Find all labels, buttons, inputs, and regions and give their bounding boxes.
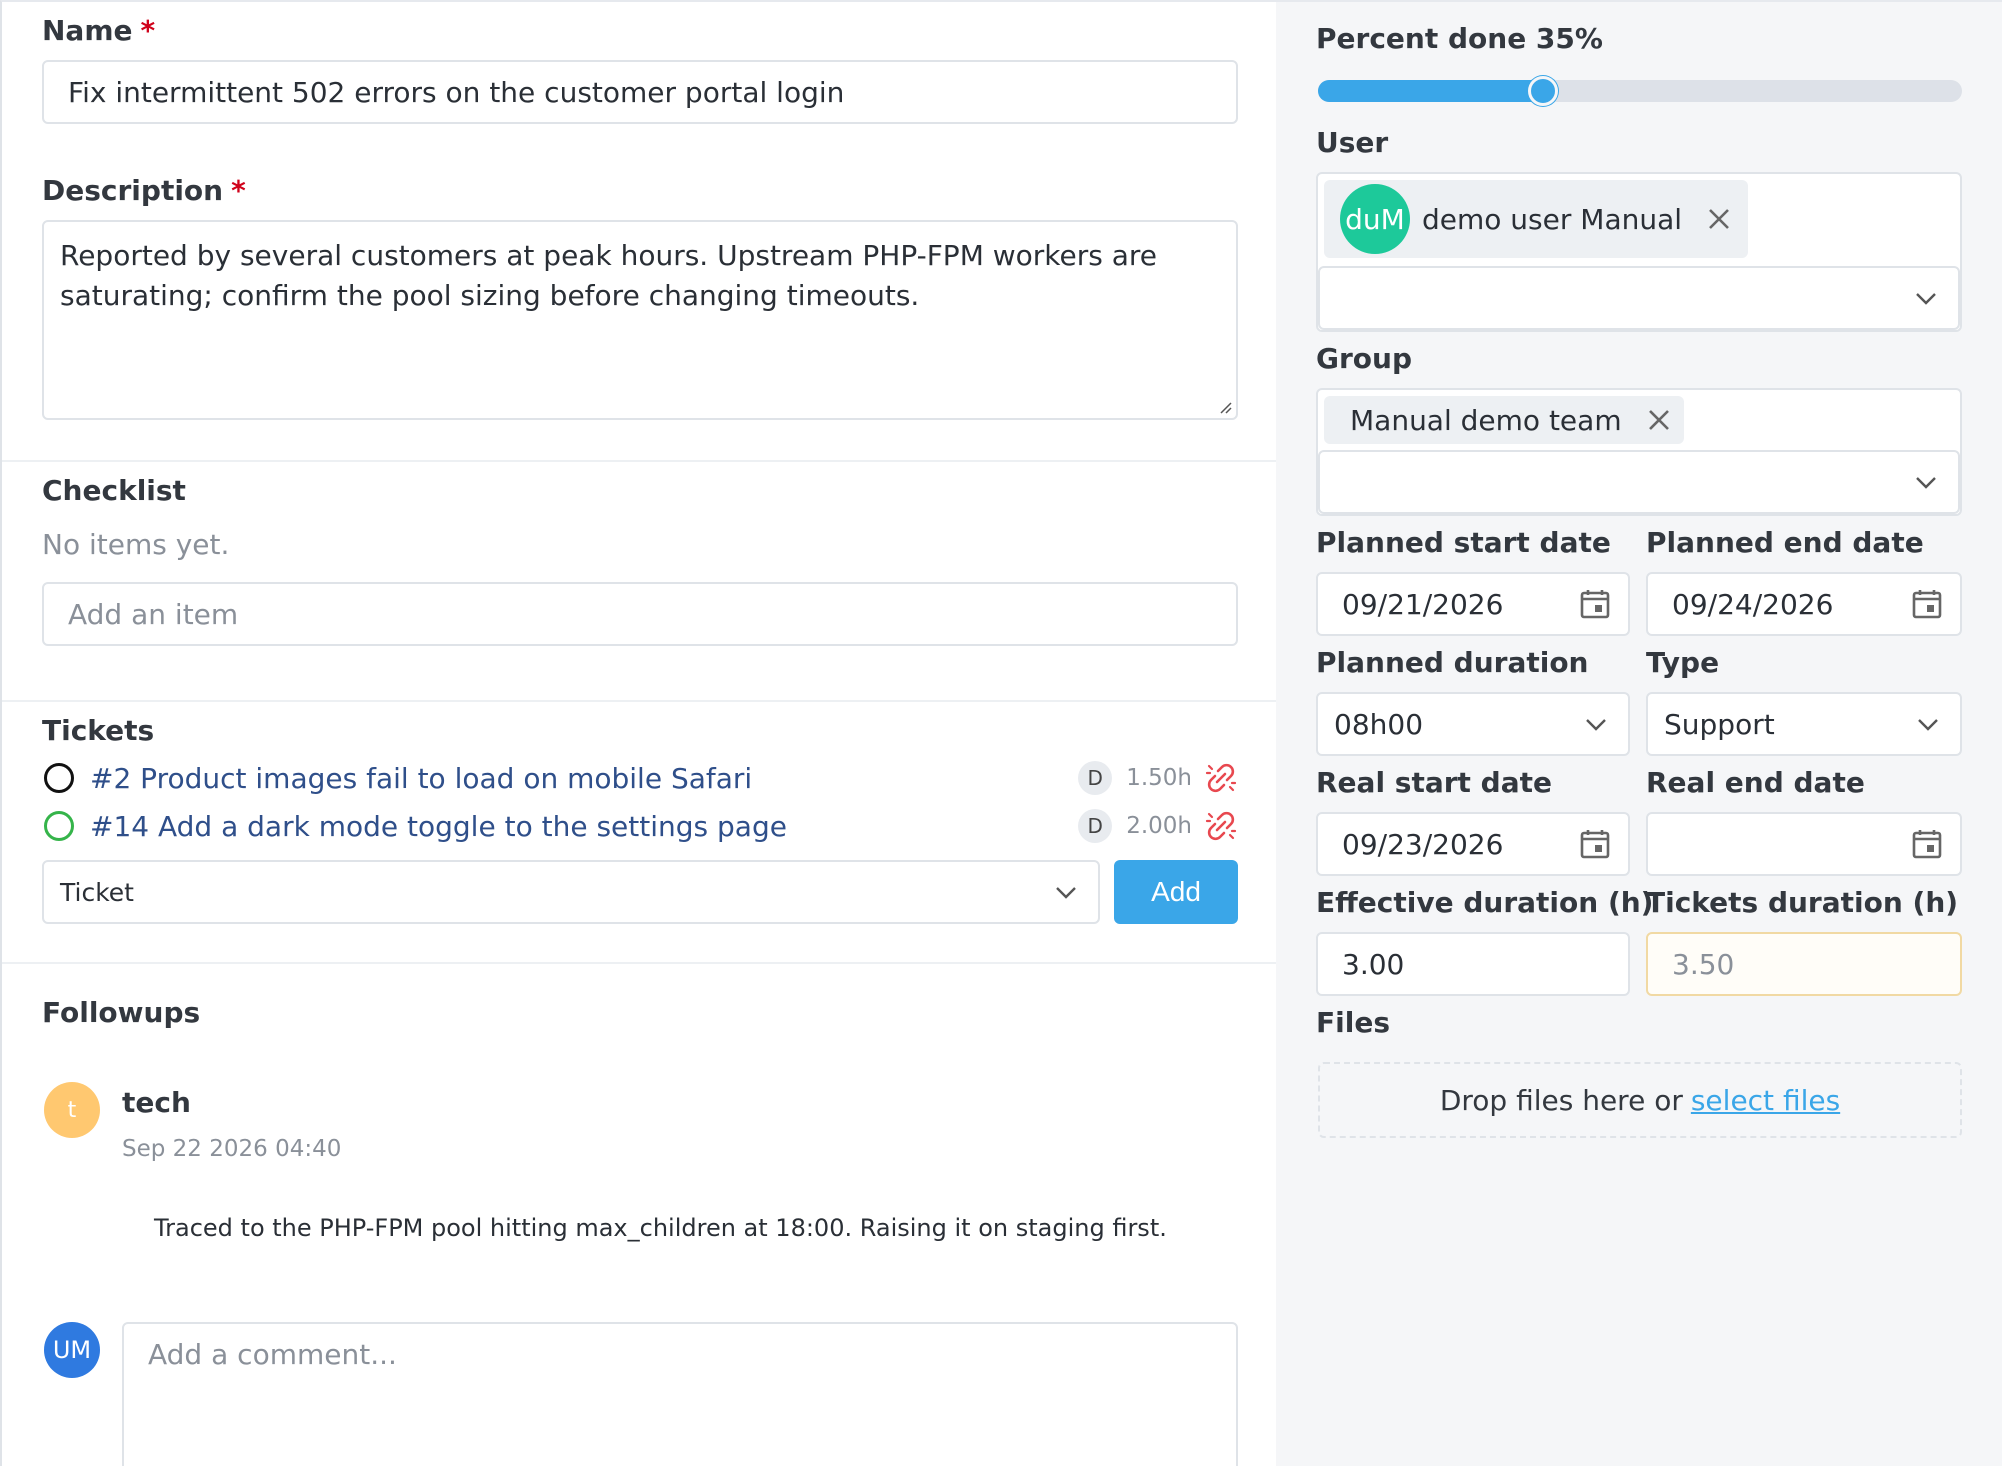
planned-start-input[interactable]: 09/21/2026 [1316, 572, 1630, 636]
planned-duration-label: Planned duration [1316, 646, 1589, 679]
task-main-panel: Name * Fix intermittent 502 errors on the… [0, 0, 1278, 1466]
percent-done-handle[interactable] [1528, 76, 1559, 106]
description-textarea[interactable]: Reported by several customers at peak ho… [42, 220, 1238, 420]
group-chip-name: Manual demo team [1350, 403, 1622, 437]
chevron-down-icon [1918, 719, 1938, 731]
section-divider [2, 460, 1278, 462]
tickets-label: Tickets [42, 714, 155, 747]
followup-author-avatar: t [44, 1082, 100, 1138]
followup-date: Sep 22 2026 04:40 [122, 1136, 342, 1162]
chevron-down-icon [1916, 293, 1936, 305]
close-icon[interactable] [1706, 206, 1732, 232]
percent-done-label: Percent done 35% [1316, 22, 1603, 55]
calendar-icon[interactable] [1578, 587, 1612, 621]
current-user-avatar: UM [44, 1322, 100, 1378]
ticket-row: #14 Add a dark mode toggle to the settin… [44, 804, 1238, 848]
user-label: User [1316, 126, 1389, 159]
real-end-label: Real end date [1646, 766, 1865, 799]
checklist-empty-text: No items yet. [42, 528, 230, 561]
planned-duration-select[interactable]: 08h00 [1316, 692, 1630, 756]
type-label: Type [1646, 646, 1720, 679]
ticket-link[interactable]: #14 Add a dark mode toggle to the settin… [90, 810, 1078, 843]
dropzone-text: Drop files here or [1439, 1083, 1683, 1117]
calendar-icon[interactable] [1578, 827, 1612, 861]
section-divider [2, 962, 1278, 964]
planned-end-value: 09/24/2026 [1672, 587, 1834, 621]
add-ticket-button[interactable]: Add [1114, 860, 1238, 924]
ticket-status-icon [44, 763, 74, 793]
checklist-label: Checklist [42, 474, 186, 507]
ticket-link[interactable]: #2 Product images fail to load on mobile… [90, 762, 1078, 795]
followup-author: tech [122, 1086, 191, 1119]
effective-duration-label: Effective duration (h) [1316, 886, 1654, 919]
checklist-add-placeholder: Add an item [68, 597, 239, 631]
description-value: Reported by several customers at peak ho… [60, 239, 1158, 312]
file-dropzone[interactable]: Drop files here or select files [1318, 1062, 1962, 1138]
user-search-input[interactable] [1318, 266, 1960, 330]
close-icon[interactable] [1646, 407, 1672, 433]
select-files-link[interactable]: select files [1691, 1084, 1840, 1117]
name-input[interactable]: Fix intermittent 502 errors on the custo… [42, 60, 1238, 124]
real-start-label: Real start date [1316, 766, 1552, 799]
group-search-input[interactable] [1318, 450, 1960, 514]
real-end-input[interactable] [1646, 812, 1962, 876]
planned-end-input[interactable]: 09/24/2026 [1646, 572, 1962, 636]
user-chip: duM demo user Manual [1324, 180, 1748, 258]
tickets-duration-label: Tickets duration (h) [1646, 886, 1959, 919]
unlink-icon[interactable] [1204, 809, 1238, 843]
percent-done-slider[interactable] [1318, 76, 1962, 106]
type-select[interactable]: Support [1646, 692, 1962, 756]
planned-start-label: Planned start date [1316, 526, 1611, 559]
effective-duration-input[interactable]: 3.00 [1316, 932, 1630, 996]
checklist-add-input[interactable]: Add an item [42, 582, 1238, 646]
planned-end-label: Planned end date [1646, 526, 1924, 559]
real-start-input[interactable]: 09/23/2026 [1316, 812, 1630, 876]
section-divider [2, 700, 1278, 702]
ticket-duration: 1.50h [1126, 765, 1192, 791]
calendar-icon[interactable] [1910, 827, 1944, 861]
group-chip: Manual demo team [1324, 396, 1684, 444]
ticket-status-icon [44, 811, 74, 841]
comment-placeholder: Add a comment... [148, 1338, 397, 1371]
tickets-duration-value: 3.50 [1672, 947, 1735, 981]
calendar-icon[interactable] [1910, 587, 1944, 621]
name-value: Fix intermittent 502 errors on the custo… [68, 75, 845, 109]
ticket-select-value: Ticket [60, 877, 134, 907]
planned-start-value: 09/21/2026 [1342, 587, 1504, 621]
description-label: Description * [42, 174, 246, 207]
files-label: Files [1316, 1006, 1390, 1039]
followups-label: Followups [42, 996, 201, 1029]
unlink-icon[interactable] [1204, 761, 1238, 795]
chevron-down-icon [1586, 719, 1606, 731]
group-label: Group [1316, 342, 1413, 375]
followup-content: Traced to the PHP-FPM pool hitting max_c… [154, 1214, 1167, 1242]
chevron-down-icon [1056, 887, 1076, 899]
ticket-assignee-badge: D [1078, 809, 1113, 843]
ticket-row: #2 Product images fail to load on mobile… [44, 756, 1238, 800]
user-chip-name: demo user Manual [1422, 202, 1683, 236]
real-start-value: 09/23/2026 [1342, 827, 1504, 861]
ticket-duration: 2.00h [1126, 813, 1192, 839]
ticket-select[interactable]: Ticket [42, 860, 1100, 924]
chevron-down-icon [1916, 477, 1936, 489]
tickets-duration-input: 3.50 [1646, 932, 1962, 996]
comment-input[interactable]: Add a comment... [122, 1322, 1238, 1466]
planned-duration-value: 08h00 [1334, 707, 1424, 741]
percent-done-fill [1318, 80, 1544, 102]
resize-handle-icon[interactable] [1216, 398, 1232, 414]
user-chip-avatar: duM [1340, 184, 1410, 254]
type-value: Support [1664, 707, 1775, 741]
ticket-assignee-badge: D [1078, 761, 1113, 795]
name-label: Name * [42, 14, 156, 47]
effective-duration-value: 3.00 [1342, 947, 1405, 981]
